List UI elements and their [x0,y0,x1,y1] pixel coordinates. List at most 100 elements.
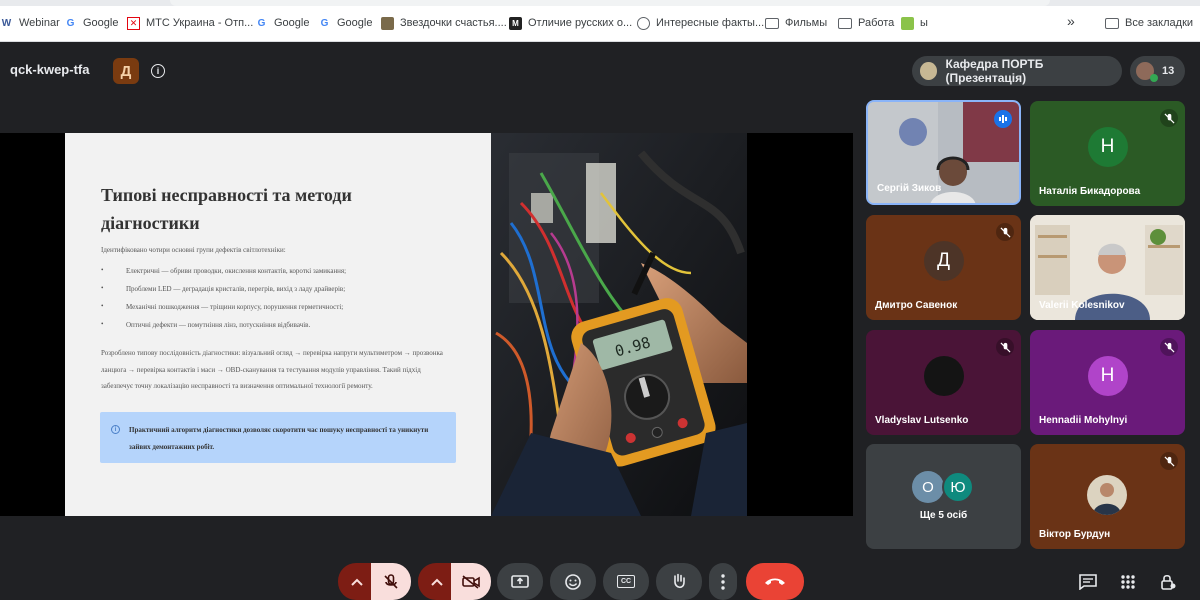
camera-toggle-button[interactable] [451,563,491,600]
reactions-button[interactable] [550,563,596,600]
address-bar-edge [0,0,1200,6]
bookmark-basket[interactable]: ы [901,14,928,32]
slide: Типові несправності та методи діагностик… [65,133,491,516]
participant-name: Vladyslav Lutsenko [875,415,969,426]
slide-intro: Ідентифіковано чотири основні групи дефе… [101,246,286,254]
participants-chip[interactable]: 13 [1130,56,1185,86]
bookmark-google-2[interactable]: G Google [255,14,310,32]
participant-name: Сергій Зиков [877,183,942,194]
bookmark-label: Google [337,17,373,29]
basket-icon [901,16,914,30]
mts-icon: ✕ [127,16,140,30]
callout-text: Практичний алгоритм діагностики дозволяє… [129,426,429,451]
folder-icon [1105,17,1119,29]
participant-tile[interactable]: Н Наталія Бикадорова [1030,101,1185,206]
slide-paragraph: Розроблено типову послідовність діагност… [101,349,443,390]
bookmark-label: Webinar [19,17,60,29]
bookmark-label: Работа [858,17,895,29]
slide-bullets: Електричні — обриви проводки, окислення … [101,266,461,339]
globe-icon [637,16,650,30]
mic-off-icon [1160,452,1178,470]
apps-grid-icon [1121,575,1135,589]
avatar: Н [1087,356,1128,397]
google-icon: G [257,17,266,29]
bookmark-label: Google [83,17,119,29]
multimeter-photo: 0.98 [491,133,747,516]
end-call-button[interactable] [746,563,804,600]
mic-off-icon [996,338,1014,356]
bookmark-google-1[interactable]: G Google [64,14,119,32]
bookmark-differences[interactable]: M Отличие русских о... [509,14,632,32]
speaking-indicator [994,110,1012,128]
more-participants-tile[interactable]: О Ю Ще 5 осіб [866,444,1021,549]
present-screen-icon [511,574,529,588]
more-options-button[interactable] [709,563,737,600]
bookmark-stars[interactable]: Звездочки счастья.... [381,14,507,32]
info-icon: i [111,425,120,434]
host-avatar[interactable]: Д [113,58,139,84]
avatar: Д [923,241,964,282]
slide-photo: 0.98 [491,133,747,516]
participant-tile[interactable]: Н Hennadii Mohylnyi [1030,330,1185,435]
end-call-icon [765,578,785,585]
all-bookmarks-button[interactable]: Все закладки [1105,14,1193,32]
captions-button[interactable]: CC [603,563,649,600]
bookmark-mts[interactable]: ✕ МТС Украина - Отп... [127,14,253,32]
mic-off-icon [996,223,1014,241]
avatar [923,356,964,397]
chat-button[interactable] [1076,570,1100,594]
webinar-icon: W [1,17,12,29]
list-item: Проблеми LED — деградація кристалів, пер… [101,284,461,303]
bookmark-google-3[interactable]: G Google [318,14,373,32]
mic-off-icon [1160,338,1178,356]
camera-off-icon [462,574,480,589]
bookmarks-bar: W Webinar G Google ✕ МТС Украина - Отп..… [0,0,1200,42]
avatar: О [912,471,944,503]
list-item: Електричні — обриви проводки, окислення … [101,266,461,285]
participant-name: Hennadii Mohylnyi [1039,415,1128,426]
lock-person-icon [1161,574,1176,590]
activities-button[interactable] [1116,570,1140,594]
image-icon [381,16,394,30]
participants-count: 13 [1162,65,1175,77]
host-controls-button[interactable] [1156,570,1180,594]
bookmark-facts[interactable]: Интересные факты... [637,14,764,32]
raise-hand-button[interactable] [656,563,702,600]
participant-name: Valerii Kolesnikov [1039,300,1125,311]
more-participants-label: Ще 5 осіб [919,510,968,521]
bookmark-label: МТС Украина - Отп... [146,17,254,29]
participant-tile[interactable]: Vladyslav Lutsenko [866,330,1021,435]
presentation-chip-label: Кафедра ПОРТБ (Презентація) [945,57,1044,85]
bookmarks-overflow-button[interactable]: » [1067,12,1075,30]
participant-tile[interactable]: Віктор Бурдун [1030,444,1185,549]
captions-icon: CC [617,575,635,588]
bookmark-films[interactable]: Фильмы [765,14,827,32]
address-bar[interactable] [170,0,1050,6]
presentation-chip[interactable]: Кафедра ПОРТБ (Презентація) [912,56,1122,86]
participant-tile[interactable]: Сергій Зиков [866,100,1021,205]
slide-callout: i Практичний алгоритм діагностики дозвол… [100,412,456,463]
all-bookmarks-label: Все закладки [1125,17,1194,29]
mic-off-icon [1160,109,1178,127]
bookmark-label: ы [920,17,928,29]
bookmark-label: Звездочки счастья.... [400,17,507,29]
bookmark-label: Интересные факты... [656,17,765,29]
avatar [1087,475,1127,515]
mic-off-icon [384,573,398,589]
mic-toggle-button[interactable] [371,563,411,600]
chevron-double-right-icon: » [1067,13,1075,29]
hand-icon [674,573,685,588]
info-icon[interactable]: i [151,64,165,78]
m-icon: M [509,16,522,30]
participant-tile[interactable]: Д Дмитро Савенок [866,215,1021,320]
participants-avatar [1136,62,1158,82]
chat-icon [1079,574,1097,590]
present-button[interactable] [497,563,543,600]
bookmark-work[interactable]: Работа [838,14,894,32]
chevron-up-icon [431,578,443,586]
emoji-icon [565,573,581,590]
folder-icon [765,17,779,29]
list-item: Оптичні дефекти — помутніння лінз, потус… [101,320,461,339]
bookmark-webinar[interactable]: W Webinar [0,14,60,32]
participant-tile[interactable]: Valerii Kolesnikov [1030,215,1185,320]
